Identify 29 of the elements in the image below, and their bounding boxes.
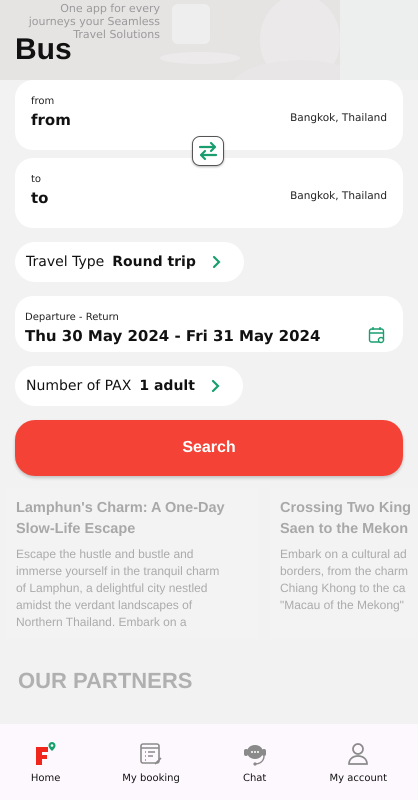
section-heading: OUR PARTNERS bbox=[18, 668, 194, 694]
article-title: Lamphun's Charm: A One-Day Slow-Life Escape bbox=[16, 499, 226, 539]
swap-icon[interactable] bbox=[192, 136, 224, 166]
field-label: from bbox=[31, 96, 56, 107]
field-label: Departure - Return bbox=[25, 312, 119, 323]
chevron-right-icon bbox=[210, 379, 221, 393]
place-text: Bangkok, Thailand bbox=[290, 190, 387, 202]
search-button[interactable]: Search bbox=[15, 420, 403, 476]
origin-field[interactable]: from from Bangkok, Thailand bbox=[15, 80, 403, 150]
destination-field[interactable]: to to Bangkok, Thailand bbox=[15, 158, 403, 228]
list-icon bbox=[138, 740, 164, 766]
field-value: from bbox=[31, 111, 71, 129]
place-text: Bangkok, Thailand bbox=[290, 112, 387, 124]
article-title: Crossing Two King Saen to the Mekon bbox=[280, 499, 412, 539]
travel-type-selector[interactable]: Travel Type Round trip bbox=[15, 242, 244, 282]
nav-tab[interactable]: My account bbox=[330, 740, 388, 784]
field-value: Thu 30 May 2024 - Fri 31 May 2024 bbox=[25, 327, 320, 345]
nav-tab[interactable]: Chat bbox=[242, 740, 268, 784]
date-range-field[interactable]: Departure - Return Thu 30 May 2024 - Fri 31 May 2024 bbox=[15, 296, 403, 352]
nav-tab[interactable]: My booking bbox=[122, 740, 180, 784]
article-text: Embark on a cultural ad borders, from the charm Chiang Khong to the ca "Macau of the Mekong" bbox=[280, 546, 410, 614]
article-text: Escape the hustle and bustle and immerse yourself in the tranquil charm of Lamphun, a delightful city nestled amidst the verdant landscapes of Northern Thailand. Embark on a bbox=[16, 546, 220, 631]
chevron-right-icon bbox=[212, 255, 222, 269]
page-title: Bus bbox=[15, 32, 72, 68]
field-value: to bbox=[31, 189, 48, 207]
field-label: to bbox=[31, 174, 42, 185]
calendar-icon bbox=[368, 326, 386, 344]
passenger-selector[interactable]: Number of PAX 1 adult bbox=[15, 366, 243, 406]
nav-tab[interactable]: Home bbox=[30, 740, 60, 784]
